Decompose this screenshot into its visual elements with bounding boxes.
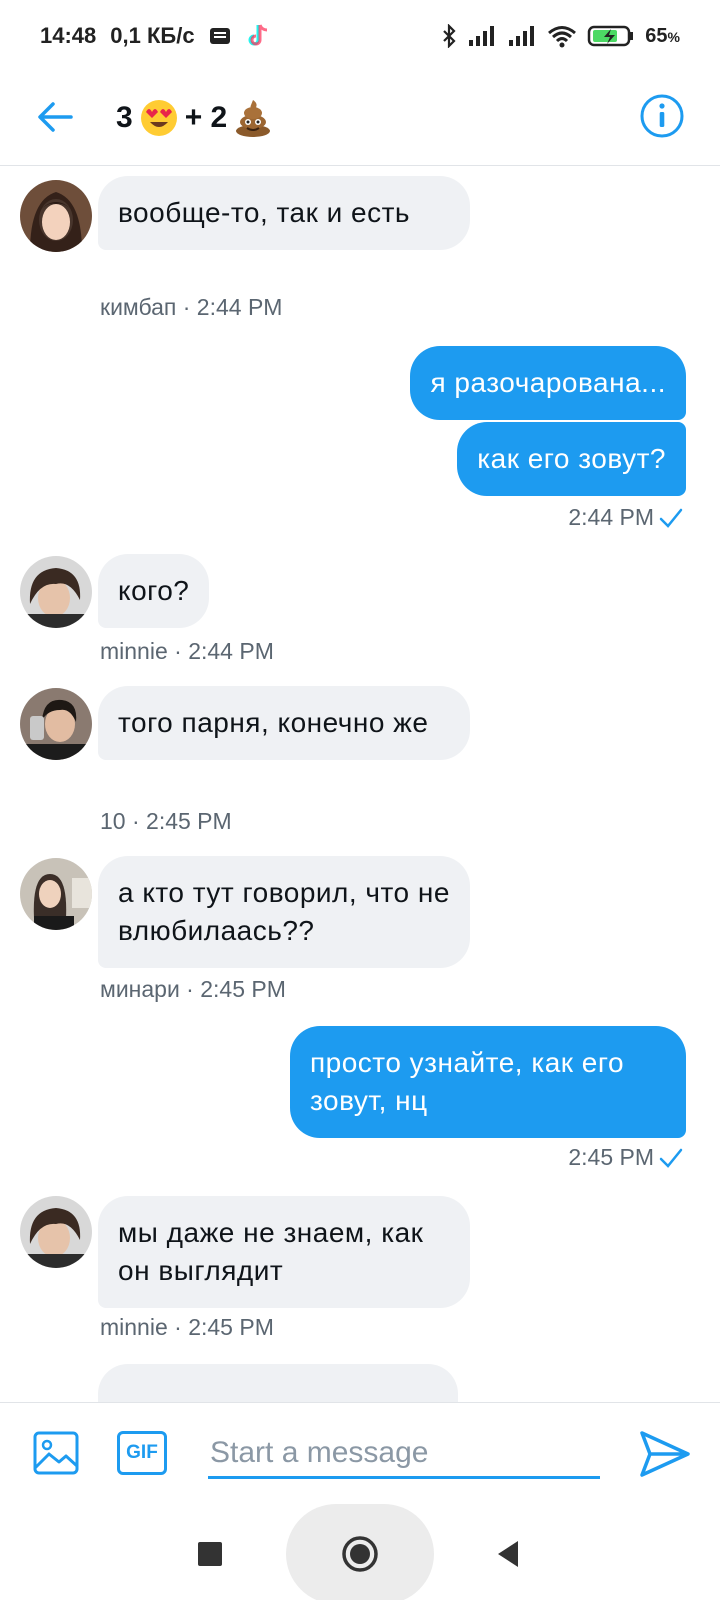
square-icon — [198, 1542, 222, 1566]
message-meta: минари · 2:45 PM — [100, 976, 286, 1002]
message-bubble[interactable]: того парня, конечно же — [98, 686, 470, 760]
title-count-a: 3 — [116, 101, 133, 134]
notification-icon — [209, 26, 231, 46]
message-input[interactable] — [208, 1429, 600, 1479]
status-time: 14:48 — [40, 23, 97, 48]
message-bubble-out[interactable]: просто узнайте, как его зовут, нц — [290, 1026, 686, 1138]
check-icon — [659, 508, 683, 528]
avatar-minnie[interactable] — [20, 1196, 92, 1268]
message-meta: 10 · 2:45 PM — [100, 808, 232, 834]
tiktok-icon — [245, 22, 269, 50]
message-composer: GIF — [0, 1402, 720, 1504]
chat-title[interactable]: 3 + 2 — [116, 92, 273, 144]
send-icon — [640, 1431, 690, 1477]
avatar-minnie[interactable] — [20, 556, 92, 628]
back-arrow-icon — [38, 102, 73, 132]
wifi-icon — [547, 24, 577, 48]
message-bubble[interactable]: мы даже не знаем, как он выглядит — [98, 1196, 470, 1308]
message-bubble[interactable]: а кто тут говорил, что не влюбилаась?? — [98, 856, 470, 968]
home-button[interactable] — [340, 1534, 380, 1574]
avatar-minari[interactable] — [20, 858, 92, 930]
info-icon — [640, 94, 684, 138]
avatar-kimbap[interactable] — [20, 180, 92, 252]
battery-level: 65% — [645, 24, 680, 47]
image-button[interactable] — [30, 1427, 82, 1479]
chat-header: 3 + 2 — [0, 72, 720, 166]
message-bubble-out[interactable]: как его зовут? — [457, 422, 686, 496]
signal-icon — [467, 25, 497, 47]
message-meta-out: 2:44 PM — [568, 504, 684, 531]
avatar-10[interactable] — [20, 688, 92, 760]
signal-icon-2 — [507, 25, 537, 47]
heart-eyes-emoji-icon — [139, 98, 179, 138]
message-meta: кимбап · 2:44 PM — [100, 294, 283, 320]
message-time: 2:44 PM — [568, 504, 654, 530]
home-circle-icon — [342, 1536, 378, 1572]
message-bubble[interactable]: вообще-то, так и есть — [98, 176, 470, 250]
battery-icon — [587, 24, 635, 48]
bluetooth-icon — [441, 24, 457, 48]
status-bar: 14:48 0,1 КБ/с 65% — [0, 0, 720, 72]
message-bubble-partial[interactable] — [98, 1364, 458, 1402]
message-meta-out: 2:45 PM — [568, 1144, 684, 1171]
system-navigation-bar — [0, 1504, 720, 1600]
image-icon — [33, 1431, 79, 1475]
back-button[interactable] — [30, 92, 80, 142]
message-meta: minnie · 2:45 PM — [100, 1314, 274, 1340]
pile-of-poo-emoji-icon — [233, 98, 273, 138]
message-time: 2:45 PM — [568, 1144, 654, 1170]
info-button[interactable] — [634, 88, 690, 144]
recents-button[interactable] — [190, 1534, 230, 1574]
message-bubble-out[interactable]: я разочарована... — [410, 346, 686, 420]
message-meta: minnie · 2:44 PM — [100, 638, 274, 664]
message-bubble[interactable]: кого? — [98, 554, 210, 628]
network-speed: 0,1 КБ/с — [110, 23, 195, 48]
gif-icon: GIF — [117, 1431, 167, 1475]
message-list[interactable]: вообще-то, так и есть кимбап · 2:44 PM я… — [0, 166, 720, 1402]
send-button[interactable] — [636, 1425, 694, 1483]
back-nav-button[interactable] — [488, 1534, 528, 1574]
gif-button[interactable]: GIF — [116, 1427, 168, 1479]
title-count-b: + 2 — [184, 101, 228, 134]
check-icon — [659, 1148, 683, 1168]
triangle-back-icon — [498, 1541, 518, 1567]
